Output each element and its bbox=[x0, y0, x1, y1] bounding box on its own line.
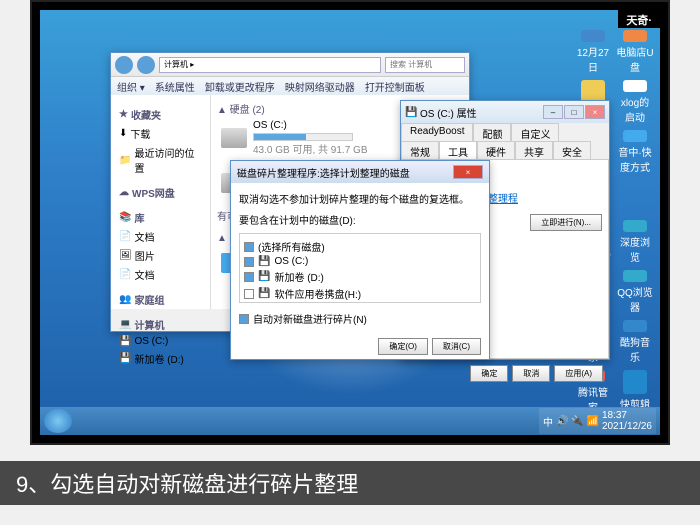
search-input[interactable] bbox=[385, 57, 465, 73]
defrag-now-button[interactable]: 立即进行(N)... bbox=[530, 214, 602, 231]
list-label: 要包含在计划中的磁盘(D): bbox=[239, 212, 481, 227]
desktop-icon[interactable]: 音中·快度方式 bbox=[616, 130, 654, 174]
tab-tools[interactable]: 工具 bbox=[439, 141, 477, 159]
desktop: 天奇· 12月27日 电脑店U盘 pt xlog的启动 电脑店·U 音中·快度方… bbox=[40, 10, 660, 435]
apply-button[interactable]: 应用(A) bbox=[554, 365, 603, 382]
explorer-navbar: 计算机 ▸ bbox=[111, 53, 469, 77]
desktop-icon[interactable]: xlog的启动 bbox=[616, 80, 654, 124]
tab-quota[interactable]: 配额 bbox=[473, 123, 511, 141]
window-titlebar[interactable]: 💾 OS (C:) 属性 –□× bbox=[401, 101, 609, 123]
tab-security[interactable]: 安全 bbox=[553, 141, 591, 159]
menu-item[interactable]: 卸载或更改程序 bbox=[205, 79, 275, 94]
desktop-icon[interactable]: 深度浏览 bbox=[616, 220, 654, 264]
dialog-titlebar[interactable]: 磁盘碎片整理程序:选择计划整理的磁盘 × bbox=[231, 161, 489, 183]
video-caption: 9、勾选自动对新磁盘进行碎片整理 bbox=[0, 461, 700, 505]
maximize-button[interactable]: □ bbox=[564, 105, 584, 119]
tab-general[interactable]: 常规 bbox=[401, 141, 439, 159]
tab-custom[interactable]: 自定义 bbox=[511, 123, 559, 141]
tab-row: 常规 工具 硬件 共享 安全 bbox=[401, 141, 609, 159]
sidebar-music[interactable]: 📄 文档 bbox=[115, 265, 206, 284]
dialog-hint: 取消勾选不参加计划碎片整理的每个磁盘的复选框。 bbox=[239, 191, 481, 206]
menu-item[interactable]: 映射网络驱动器 bbox=[285, 79, 355, 94]
watermark: 天奇· bbox=[618, 10, 660, 28]
cancel-button[interactable]: 取消(C) bbox=[432, 338, 481, 355]
sidebar-docs[interactable]: 📄 文档 bbox=[115, 227, 206, 246]
disk-checklist: (选择所有磁盘) 💾OS (C:) 💾新加卷 (D:) 💾软件应用卷携盘(H:) bbox=[239, 233, 481, 303]
checkbox-all[interactable]: (选择所有磁盘) bbox=[244, 238, 476, 255]
tab-hardware[interactable]: 硬件 bbox=[477, 141, 515, 159]
desktop-icon[interactable]: QQ浏览器 bbox=[616, 270, 654, 314]
sidebar-favorites[interactable]: ★ 收藏夹 bbox=[115, 105, 206, 124]
explorer-toolbar: 组织 ▾ 系统属性 卸载或更改程序 映射网络驱动器 打开控制面板 bbox=[111, 77, 469, 95]
defrag-dialog: 磁盘碎片整理程序:选择计划整理的磁盘 × 取消勾选不参加计划碎片整理的每个磁盘的… bbox=[230, 160, 490, 360]
menu-item[interactable]: 系统属性 bbox=[155, 79, 195, 94]
checkbox-icon[interactable] bbox=[244, 289, 254, 299]
sidebar-pics[interactable]: 🖼 图片 bbox=[115, 246, 206, 265]
menu-item[interactable]: 组织 ▾ bbox=[117, 79, 145, 94]
sidebar-computer[interactable]: 💻 计算机 bbox=[115, 315, 206, 334]
checkbox-drive-d[interactable]: 💾新加卷 (D:) bbox=[244, 268, 476, 285]
drive-icon bbox=[221, 128, 247, 148]
forward-button[interactable] bbox=[137, 56, 155, 74]
checkbox-icon[interactable] bbox=[239, 314, 249, 324]
explorer-sidebar: ★ 收藏夹 ⬇ 下载 📁 最近访问的位置 ☁ WPS网盘 📚 库 📄 文档 🖼 … bbox=[111, 95, 211, 309]
taskbar: 中 🔊 🔌 📶 18:372021/12/26 bbox=[40, 407, 660, 435]
sidebar-wps[interactable]: ☁ WPS网盘 bbox=[115, 183, 206, 202]
sidebar-home[interactable]: 👥 家庭组 bbox=[115, 290, 206, 309]
minimize-button[interactable]: – bbox=[543, 105, 563, 119]
desktop-icon[interactable]: 12月27日 bbox=[574, 30, 612, 74]
checkbox-icon[interactable] bbox=[244, 257, 254, 267]
sidebar-drive-d[interactable]: 💾 新加卷 (D:) bbox=[115, 349, 206, 368]
checkbox-drive-c[interactable]: 💾OS (C:) bbox=[244, 255, 476, 268]
drive-icon: 💾 bbox=[405, 107, 417, 118]
ok-button[interactable]: 确定(O) bbox=[378, 338, 428, 355]
lang-indicator[interactable]: 中 bbox=[543, 414, 553, 429]
start-button[interactable] bbox=[44, 409, 72, 433]
menu-item[interactable]: 打开控制面板 bbox=[365, 79, 425, 94]
sidebar-libs[interactable]: 📚 库 bbox=[115, 208, 206, 227]
back-button[interactable] bbox=[115, 56, 133, 74]
cancel-button[interactable]: 取消 bbox=[512, 365, 550, 382]
close-button[interactable]: × bbox=[453, 165, 483, 179]
close-button[interactable]: × bbox=[585, 105, 605, 119]
desktop-icon[interactable]: 酷狗音乐 bbox=[616, 320, 654, 364]
sidebar-recent[interactable]: 📁 最近访问的位置 bbox=[115, 143, 206, 177]
tab-row: ReadyBoost 配额 自定义 bbox=[401, 123, 609, 141]
address-bar[interactable]: 计算机 ▸ bbox=[159, 57, 381, 73]
tab-share[interactable]: 共享 bbox=[515, 141, 553, 159]
ok-button[interactable]: 确定 bbox=[470, 365, 508, 382]
sidebar-downloads[interactable]: ⬇ 下载 bbox=[115, 124, 206, 143]
checkbox-drive-h[interactable]: 💾软件应用卷携盘(H:) bbox=[244, 285, 476, 302]
system-tray[interactable]: 中 🔊 🔌 📶 18:372021/12/26 bbox=[539, 408, 656, 434]
auto-defrag-checkbox[interactable]: 自动对新磁盘进行碎片(N) bbox=[239, 311, 481, 326]
checkbox-icon[interactable] bbox=[244, 242, 254, 252]
sidebar-drive-c[interactable]: 💾 OS (C:) bbox=[115, 334, 206, 349]
desktop-icon[interactable]: 电脑店U盘 bbox=[616, 30, 654, 74]
tab-readyboost[interactable]: ReadyBoost bbox=[401, 123, 473, 141]
checkbox-icon[interactable] bbox=[244, 272, 254, 282]
tray-icons[interactable]: 🔊 🔌 📶 bbox=[556, 416, 599, 427]
